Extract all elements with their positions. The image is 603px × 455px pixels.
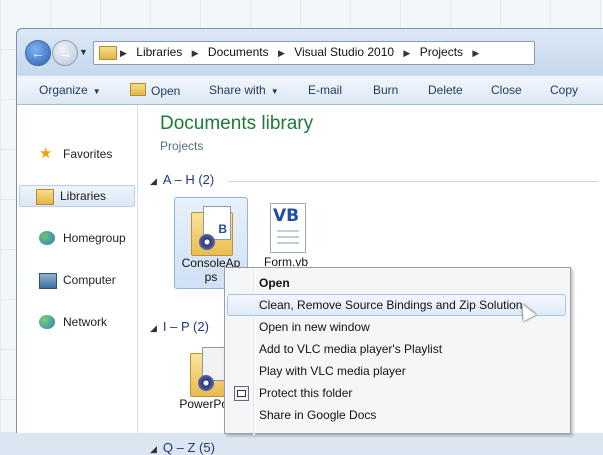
context-menu: Open Clean, Remove Source Bindings and Z… <box>224 267 571 435</box>
protect-icon <box>234 386 249 401</box>
organize-button[interactable]: Organize ▼ <box>39 83 101 97</box>
menu-item-label: Protect this folder <box>259 386 353 400</box>
libraries-icon <box>36 189 54 205</box>
menu-item-label: Open in new window <box>259 320 370 334</box>
sidebar-item-computer[interactable]: Computer <box>23 270 133 290</box>
breadcrumb-chevron-icon[interactable]: ▶ <box>472 48 479 59</box>
burn-button[interactable]: Burn <box>373 83 398 97</box>
delete-label: Delete <box>428 83 463 97</box>
forward-arrow-icon: → <box>58 45 72 61</box>
copy-label: Copy <box>550 83 579 97</box>
breadcrumb-chevron-icon[interactable]: ▶ <box>192 48 199 59</box>
sidebar-item-libraries[interactable]: Libraries <box>19 185 135 207</box>
navigation-pane: ★ Favorites Libraries Homegroup Computer… <box>17 105 138 433</box>
group-header[interactable]: ◢ Q – Z (5) <box>150 440 215 455</box>
breadcrumb-projects[interactable]: Projects <box>420 45 463 59</box>
open-folder-icon <box>130 83 146 96</box>
dropdown-caret-icon: ▼ <box>270 87 279 96</box>
homegroup-icon <box>39 231 55 245</box>
group-label: Q – Z (5) <box>162 440 215 455</box>
delete-button[interactable]: Delete <box>428 83 463 97</box>
breadcrumb-chevron-icon[interactable]: ▶ <box>278 48 285 59</box>
menu-item-vlc-play[interactable]: Play with VLC media player <box>227 360 566 382</box>
menu-item-protect-folder[interactable]: Protect this folder <box>227 382 566 404</box>
sidebar-item-network[interactable]: Network <box>23 312 133 332</box>
back-button[interactable]: ← <box>25 40 51 66</box>
menu-item-label: Open <box>259 276 290 290</box>
share-with-button[interactable]: Share with ▼ <box>209 83 279 97</box>
burn-label: Burn <box>373 83 399 97</box>
collapse-triangle-icon: ◢ <box>150 323 157 333</box>
star-icon: ★ <box>39 145 53 162</box>
library-subtitle[interactable]: Projects <box>160 139 203 153</box>
vb-file-icon: VB <box>262 203 310 255</box>
breadcrumb-libraries[interactable]: Libraries <box>136 45 182 59</box>
group-label: A – H (2) <box>162 172 215 187</box>
breadcrumb-chevron-icon[interactable]: ▶ <box>403 48 410 59</box>
computer-icon <box>39 273 57 289</box>
menu-item-open-new-window[interactable]: Open in new window <box>227 316 566 338</box>
close-button[interactable]: Close <box>491 83 522 97</box>
menu-item-vlc-playlist[interactable]: Add to VLC media player's Playlist <box>227 338 566 360</box>
open-label: Open <box>151 84 181 98</box>
breadcrumb: ▶ Libraries ▶ Documents ▶ Visual Studio … <box>120 45 485 59</box>
sidebar-item-label: Homegroup <box>63 231 126 245</box>
sidebar-item-label: Computer <box>63 273 116 287</box>
sidebar-item-label: Network <box>63 315 108 329</box>
back-arrow-icon: ← <box>31 45 45 61</box>
group-label: I – P (2) <box>162 319 209 334</box>
group-divider <box>228 181 598 182</box>
collapse-triangle-icon: ◢ <box>150 444 157 454</box>
menu-item-clean-zip[interactable]: Clean, Remove Source Bindings and Zip So… <box>227 294 566 316</box>
group-header[interactable]: ◢ I – P (2) <box>150 319 209 334</box>
command-bar: Organize ▼ Open Share with ▼ E-mail Burn D… <box>17 76 603 105</box>
email-button[interactable]: E-mail <box>308 83 342 97</box>
collapse-triangle-icon: ◢ <box>150 176 157 186</box>
menu-item-label: Clean, Remove Source Bindings and Zip So… <box>259 298 523 312</box>
close-label: Close <box>491 83 522 97</box>
library-title: Documents library <box>160 113 314 134</box>
address-bar-area: ← → ▼ ▶ Libraries ▶ Documents ▶ Visual S… <box>17 29 603 75</box>
share-with-label: Share with <box>209 83 266 97</box>
sidebar-item-label: Favorites <box>63 147 113 161</box>
breadcrumb-documents[interactable]: Documents <box>208 45 269 59</box>
menu-item-label: Share in Google Docs <box>259 408 377 422</box>
menu-item-label: Add to VLC media player's Playlist <box>259 342 443 356</box>
open-button[interactable]: Open <box>130 83 180 98</box>
copy-button[interactable]: Copy <box>550 83 578 97</box>
breadcrumb-visual-studio[interactable]: Visual Studio 2010 <box>294 45 394 59</box>
sidebar-item-favorites[interactable]: ★ Favorites <box>23 144 133 164</box>
sidebar-item-label: Libraries <box>60 189 107 203</box>
menu-item-share-google-docs[interactable]: Share in Google Docs <box>227 404 566 426</box>
sidebar-item-homegroup[interactable]: Homegroup <box>23 228 133 248</box>
email-label: E-mail <box>308 83 343 97</box>
group-header[interactable]: ◢ A – H (2) <box>150 172 214 187</box>
breadcrumb-chevron-icon[interactable]: ▶ <box>120 48 127 59</box>
menu-item-label: Play with VLC media player <box>259 364 406 378</box>
organize-label: Organize <box>39 83 88 97</box>
forward-button[interactable]: → <box>52 40 78 66</box>
folder-icon <box>99 46 117 60</box>
network-icon <box>39 315 55 329</box>
history-dropdown-icon[interactable]: ▼ <box>79 47 88 57</box>
address-bar[interactable]: ▶ Libraries ▶ Documents ▶ Visual Studio … <box>93 41 535 65</box>
menu-item-open[interactable]: Open <box>227 272 566 294</box>
folder-icon: B <box>187 204 235 256</box>
dropdown-caret-icon: ▼ <box>92 87 101 96</box>
